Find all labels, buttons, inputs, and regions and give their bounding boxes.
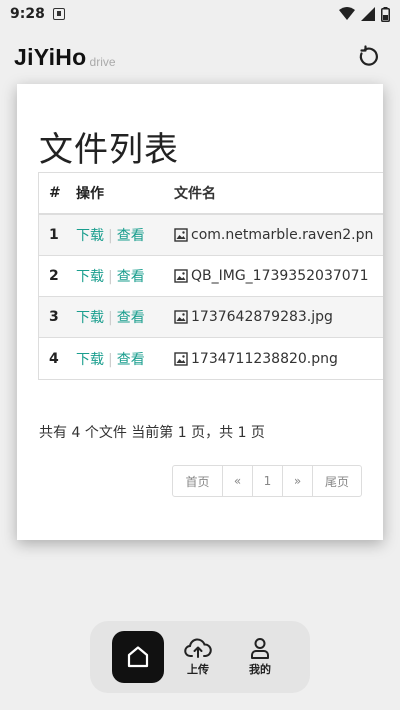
last-page-button[interactable]: 尾页 [313, 466, 361, 496]
download-link[interactable]: 下载 [76, 352, 104, 368]
battery-icon [381, 6, 390, 22]
file-name: com.netmarble.raven2.pn [191, 227, 374, 243]
separator: | [108, 269, 113, 285]
nav-upload-label: 上传 [187, 663, 209, 676]
pagination: 首页 « 1 » 尾页 [172, 465, 362, 497]
status-icons [339, 6, 390, 22]
status-time: 9:28 [10, 6, 45, 22]
file-name: QB_IMG_1739352037071 [191, 268, 369, 284]
row-number: 3 [49, 309, 59, 325]
row-number: 4 [49, 350, 59, 367]
notification-icon [52, 8, 65, 20]
file-summary: 共有 4 个文件 当前第 1 页，共 1 页 [39, 422, 265, 442]
image-file-icon [174, 269, 188, 283]
nav-home-button[interactable] [112, 631, 164, 683]
table-row: 1 下载 | 查看 com.netmarble.raven2.pn [39, 215, 383, 256]
file-name-cell: 1734711238820.png [174, 351, 383, 367]
summary-mid: 个文件 当前第 [80, 425, 178, 441]
bottom-nav: 上传 我的 [90, 621, 310, 693]
current-page-button[interactable]: 1 [253, 466, 283, 496]
wifi-icon [339, 7, 355, 20]
brand-subtitle: drive [89, 54, 116, 69]
nav-mine-label: 我的 [249, 663, 271, 676]
separator: | [108, 310, 113, 326]
app-header: JiYiHo drive [0, 32, 400, 82]
row-operations: 下载 | 查看 [75, 266, 174, 286]
nav-upload-button[interactable]: 上传 [170, 637, 226, 677]
signal-icon [361, 7, 375, 21]
image-file-icon [174, 228, 188, 242]
row-number: 2 [49, 268, 59, 284]
current-page: 1 [177, 425, 187, 441]
file-name-cell: com.netmarble.raven2.pn [174, 227, 383, 243]
first-page-button[interactable]: 首页 [173, 466, 223, 496]
file-name-cell: QB_IMG_1739352037071 [174, 268, 383, 284]
row-number: 1 [49, 227, 59, 243]
column-header-num: # [49, 185, 61, 201]
view-link[interactable]: 查看 [117, 352, 145, 368]
view-link[interactable]: 查看 [117, 310, 145, 326]
image-file-icon [174, 351, 188, 366]
summary-prefix: 共有 [39, 425, 72, 441]
brand-logo: JiYiHo [14, 43, 87, 70]
view-link[interactable]: 查看 [117, 269, 145, 285]
file-table: # 操作 文件名 1 下载 | 查看 com.netmarble.raven2.pn… [38, 172, 383, 380]
separator: | [108, 351, 113, 368]
file-list-card: 文件列表 # 操作 文件名 1 下载 | 查看 com.netmarble.rave… [17, 84, 383, 540]
file-name: 1737642879283.jpg [191, 309, 333, 325]
file-name-cell: 1737642879283.jpg [174, 309, 383, 325]
table-row: 3 下载 | 查看 1737642879283.jpg [39, 297, 383, 338]
status-bar: 9:28 [0, 0, 400, 28]
separator: | [108, 228, 113, 244]
next-page-button[interactable]: » [283, 466, 313, 496]
nav-mine-button[interactable]: 我的 [232, 637, 288, 677]
table-header: # 操作 文件名 [39, 173, 383, 215]
refresh-button[interactable] [354, 43, 382, 71]
download-link[interactable]: 下载 [76, 228, 104, 244]
home-icon [127, 646, 149, 668]
download-link[interactable]: 下载 [76, 269, 104, 285]
column-header-filename: 文件名 [174, 186, 216, 202]
user-icon [251, 638, 269, 659]
table-row: 4 下载 | 查看 1734711238820.png [39, 338, 383, 379]
view-link[interactable]: 查看 [117, 228, 145, 244]
row-operations: 下载 | 查看 [75, 307, 174, 327]
file-name: 1734711238820.png [191, 350, 338, 367]
row-operations: 下载 | 查看 [75, 349, 174, 369]
summary-suffix: 页 [246, 425, 265, 441]
page-title: 文件列表 [39, 130, 179, 170]
column-header-operation: 操作 [76, 186, 104, 202]
cloud-upload-icon [184, 638, 212, 658]
row-operations: 下载 | 查看 [75, 225, 174, 245]
summary-mid2: 页，共 [186, 425, 238, 441]
refresh-icon [359, 45, 378, 66]
table-row: 2 下载 | 查看 QB_IMG_1739352037071 [39, 256, 383, 297]
image-file-icon [174, 310, 188, 324]
prev-page-button[interactable]: « [223, 466, 253, 496]
download-link[interactable]: 下载 [76, 310, 104, 326]
